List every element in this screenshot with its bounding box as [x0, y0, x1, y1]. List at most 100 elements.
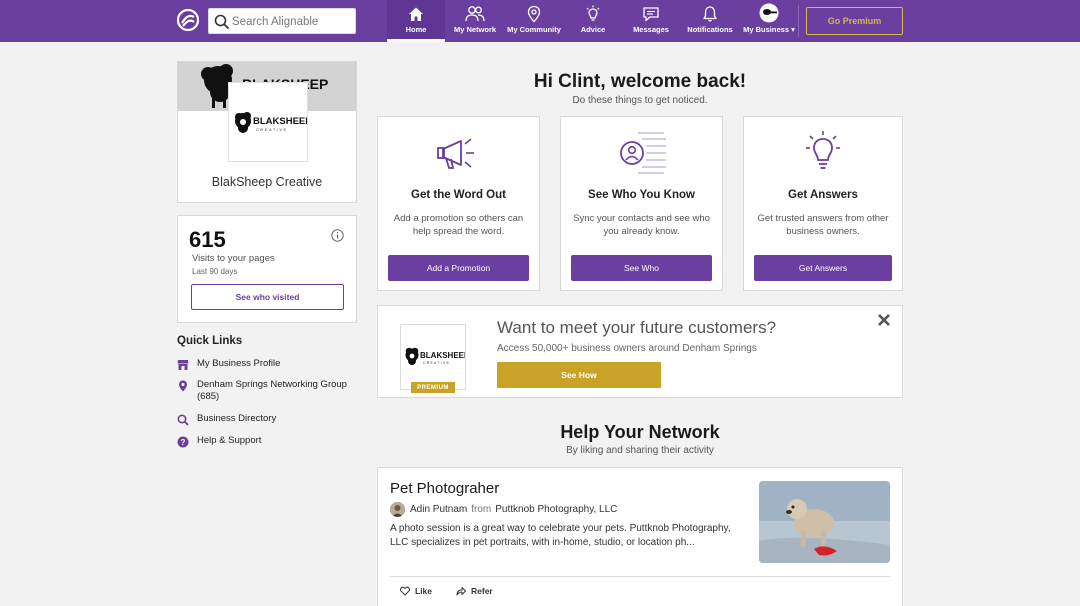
premium-badge: PREMIUM: [411, 382, 455, 393]
alignable-logo-icon[interactable]: [177, 9, 199, 31]
svg-text:BLAKSHEEP: BLAKSHEEP: [253, 116, 307, 127]
svg-text:BLAKSHEEP: BLAKSHEEP: [420, 351, 465, 360]
quick-links-title: Quick Links: [177, 335, 243, 347]
like-button[interactable]: Like: [400, 586, 432, 596]
nav-label-text: My Business: [743, 25, 789, 34]
nav-home[interactable]: Home: [387, 0, 445, 42]
business-profile-card[interactable]: BLAKSHEEP BLAKSHEEP CREATIVE BlakSheep C…: [177, 61, 357, 203]
svg-text:CREATIVE: CREATIVE: [423, 361, 450, 365]
nav-my-community[interactable]: My Community: [505, 0, 563, 42]
close-icon[interactable]: [877, 313, 891, 327]
welcome-subtitle: Do these things to get noticed.: [572, 95, 708, 106]
action-card-word-out: Get the Word Out Add a promotion so othe…: [377, 116, 540, 291]
megaphone-icon: [436, 138, 474, 169]
nav-label: Home: [405, 25, 427, 34]
heart-icon: [400, 586, 410, 596]
help-network-title: Help Your Network: [560, 422, 720, 442]
promo-business-logo: BLAKSHEEP CREATIVE: [400, 324, 470, 390]
quick-link-label: My Business Profile: [197, 358, 281, 369]
home-icon: [409, 7, 423, 21]
nav-label: My Community: [507, 25, 561, 34]
author-avatar[interactable]: [390, 502, 405, 517]
premium-promo-card: BLAKSHEEP CREATIVE PREMIUM Want to meet …: [377, 305, 903, 398]
dropdown-caret-icon: ▾: [791, 25, 795, 34]
search-icon: [214, 14, 230, 30]
nav-label: Advice: [580, 25, 606, 34]
nav-label: Messages: [633, 25, 669, 34]
quick-link-label: Denham Springs Networking Group (685): [197, 379, 347, 402]
see-who-button[interactable]: See Who: [571, 255, 712, 281]
action-description: Sync your contacts and see who you alrea…: [573, 213, 710, 237]
location-pin-icon: [527, 5, 541, 23]
action-description: Add a promotion so others can help sprea…: [393, 213, 524, 237]
quick-link-label: Business Directory: [197, 413, 277, 424]
blaksheep-logo-image: BLAKSHEEP CREATIVE: [405, 347, 470, 365]
quick-link-label: Help & Support: [197, 435, 262, 446]
search-input[interactable]: [232, 12, 352, 32]
quick-link-networking-group[interactable]: Denham Springs Networking Group (685): [177, 379, 357, 403]
visits-count: 615: [189, 227, 226, 252]
person-avatar-image: [390, 502, 405, 517]
nav-notifications[interactable]: Notifications: [686, 0, 734, 42]
share-arrow-icon: [456, 587, 466, 596]
nav-my-network[interactable]: My Network: [450, 0, 500, 42]
svg-text:?: ?: [181, 438, 186, 447]
quick-link-my-business-profile[interactable]: My Business Profile: [177, 358, 357, 371]
promo-subtitle: Access 50,000+ business owners around De…: [497, 343, 757, 354]
lightbulb-icon: [586, 5, 600, 21]
action-description: Get trusted answers from other business …: [757, 213, 889, 237]
refer-button[interactable]: Refer: [456, 586, 493, 596]
search-box[interactable]: [208, 8, 356, 34]
contact-list-icon: [619, 132, 666, 174]
author-company[interactable]: Puttknob Photography, LLC: [495, 504, 617, 515]
post-title[interactable]: Pet Photograher: [390, 480, 499, 497]
blaksheep-logo-image: BLAKSHEEP CREATIVE: [235, 112, 312, 133]
see-who-visited-button[interactable]: See who visited: [191, 284, 344, 310]
like-label: Like: [415, 586, 433, 596]
post-divider: [390, 576, 890, 577]
see-how-button[interactable]: See How: [497, 362, 661, 388]
activity-post-card: Pet Photograher Adin Putnam from Puttkno…: [377, 467, 903, 606]
info-icon[interactable]: [331, 229, 344, 242]
search-icon: [177, 414, 189, 426]
author-name[interactable]: Adin Putnam: [410, 504, 467, 515]
nav-label: My Network: [453, 25, 497, 34]
dog-photo-image: [759, 481, 890, 563]
quick-link-help-support[interactable]: ? Help & Support: [177, 435, 357, 448]
action-title: Get the Word Out: [411, 189, 506, 201]
author-from-text: from: [471, 504, 492, 515]
post-image[interactable]: [759, 481, 890, 563]
top-navigation-bar: Home My Network My Community Advice: [0, 0, 1080, 42]
nav-advice[interactable]: Advice: [573, 0, 613, 42]
chat-bubble-icon: [643, 7, 659, 22]
action-card-get-answers: Get Answers Get trusted answers from oth…: [743, 116, 903, 291]
visits-period: Last 90 days: [192, 267, 238, 276]
nav-label: My Business ▾: [740, 25, 798, 34]
help-network-subtitle: By liking and sharing their activity: [566, 445, 714, 456]
welcome-title: Hi Clint, welcome back!: [533, 71, 747, 92]
promo-title: Want to meet your future customers?: [497, 318, 777, 337]
storefront-icon: [177, 360, 189, 370]
quick-link-business-directory[interactable]: Business Directory: [177, 413, 357, 426]
business-avatar-icon: [759, 3, 779, 23]
add-promotion-button[interactable]: Add a Promotion: [388, 255, 529, 281]
location-pin-icon: [179, 380, 187, 392]
refer-label: Refer: [471, 586, 493, 596]
post-body: A photo session is a great way to celebr…: [390, 523, 731, 548]
lightbulb-icon: [806, 131, 840, 169]
svg-text:CREATIVE: CREATIVE: [256, 127, 288, 132]
visits-label: Visits to your pages: [192, 253, 275, 264]
business-logo[interactable]: BLAKSHEEP CREATIVE: [228, 82, 312, 162]
nav-my-business[interactable]: My Business ▾: [740, 0, 798, 42]
nav-messages[interactable]: Messages: [630, 0, 672, 42]
business-name[interactable]: BlakSheep Creative: [178, 175, 356, 189]
visits-stats-card: 615 Visits to your pages Last 90 days Se…: [177, 215, 357, 323]
get-answers-button[interactable]: Get Answers: [754, 255, 892, 281]
help-icon: ?: [177, 436, 189, 448]
nav-label: Notifications: [687, 25, 733, 34]
people-icon: [465, 6, 485, 22]
go-premium-button[interactable]: Go Premium: [806, 7, 903, 35]
post-author-line: Adin Putnam from Puttknob Photography, L…: [390, 502, 617, 517]
nav-divider: [798, 5, 799, 37]
bell-icon: [703, 6, 717, 22]
